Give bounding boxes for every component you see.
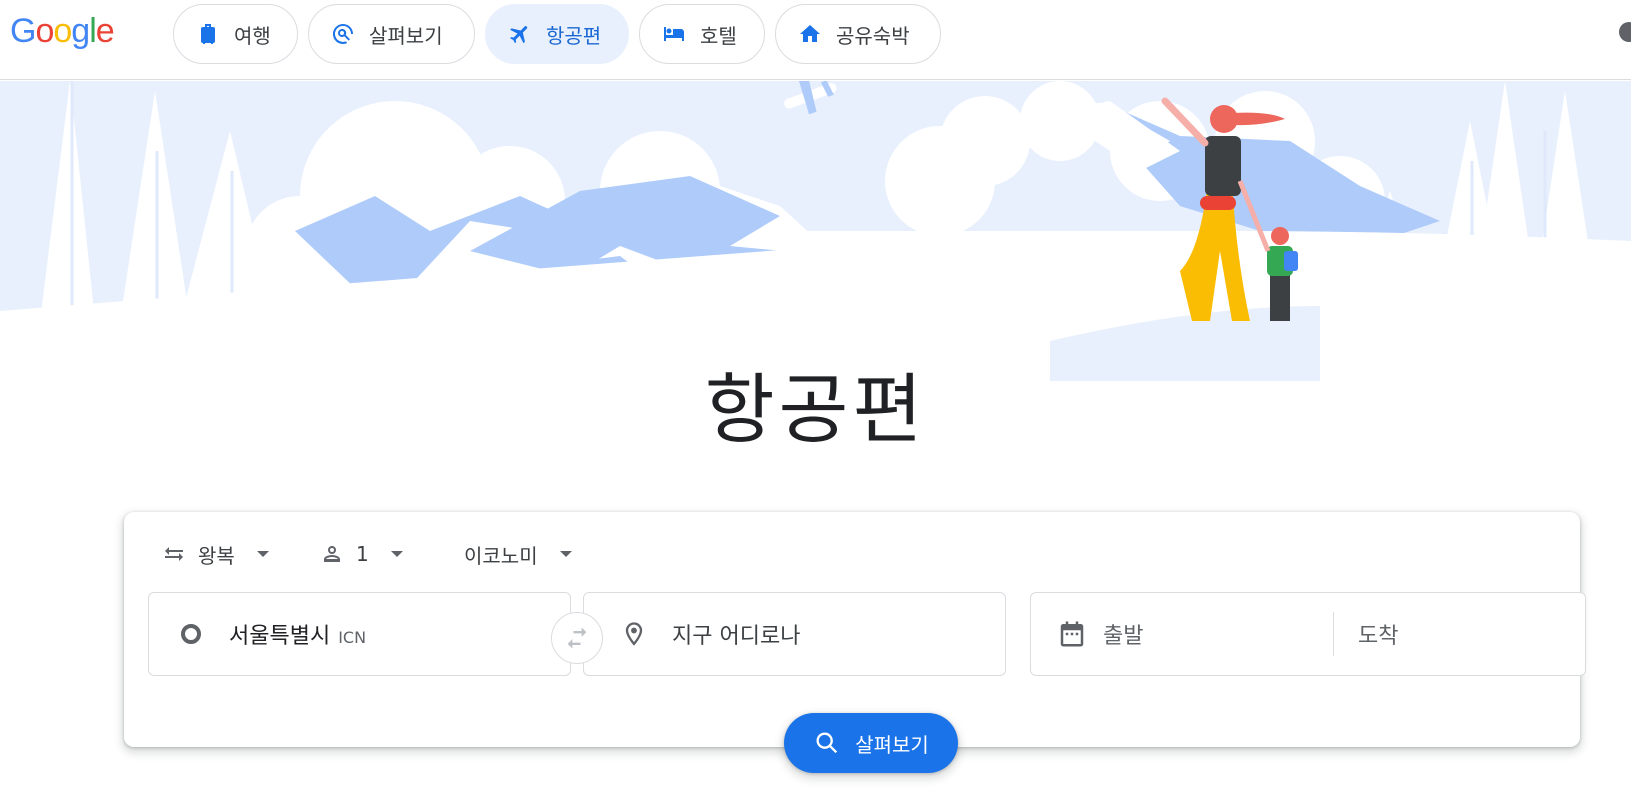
tab-label: 호텔 [700, 23, 737, 48]
tab-explore[interactable]: 살펴보기 [308, 4, 475, 64]
origin-circle-icon [181, 624, 201, 644]
return-date-placeholder[interactable]: 도착 [1358, 618, 1398, 650]
bed-icon [664, 27, 684, 41]
trip-type-select[interactable]: 왕복 [162, 540, 282, 569]
caret-down-icon [390, 551, 403, 557]
logo-letter: e [95, 12, 115, 50]
calendar-icon [1060, 621, 1084, 647]
tab-label: 여행 [234, 23, 271, 48]
tab-travel[interactable]: 여행 [173, 4, 298, 64]
logo-letter: o [53, 12, 72, 50]
logo-letter: o [35, 12, 54, 50]
passengers-select[interactable]: 1 [320, 542, 428, 566]
explore-search-button[interactable]: 살펴보기 [784, 713, 958, 773]
trip-type-value: 왕복 [198, 543, 235, 568]
origin-airport-code: ICN [338, 627, 367, 647]
destination-input[interactable]: 지구 어디로나 [583, 592, 1006, 676]
top-app-bar: Google 여행 살펴보기 항공편 호텔 공유숙박 [0, 0, 1631, 80]
cabin-class-select[interactable]: 이코노미 [464, 540, 572, 569]
google-logo[interactable]: Google [10, 12, 115, 51]
dates-input[interactable]: 출발 도착 [1030, 592, 1586, 676]
departure-date-placeholder[interactable]: 출발 [1103, 618, 1333, 650]
search-options-row: 왕복 1 이코노미 [162, 532, 572, 576]
cabin-class-value: 이코노미 [464, 543, 538, 568]
airplane-icon [510, 26, 528, 44]
account-avatar[interactable] [1619, 22, 1631, 42]
person-icon [324, 546, 340, 562]
caret-down-icon [559, 551, 572, 557]
passengers-value: 1 [356, 542, 369, 566]
tab-flights[interactable]: 항공편 [485, 4, 629, 64]
explore-icon [332, 23, 353, 44]
home-icon [800, 25, 820, 42]
page-title: 항공편 [704, 365, 927, 454]
flight-search-card: 왕복 1 이코노미 서울특별시 ICN 지구 어디로나 출발 도착 살펴보기 [124, 512, 1586, 773]
logo-letter: g [71, 12, 90, 50]
mountain-illustration [0, 81, 1631, 381]
destination-placeholder: 지구 어디로나 [672, 624, 801, 649]
hero-illustration [0, 81, 1631, 381]
origin-value: 서울특별시 [229, 624, 331, 649]
origin-input[interactable]: 서울특별시 ICN [148, 592, 571, 676]
product-tabs: 여행 살펴보기 항공편 호텔 공유숙박 [173, 4, 941, 64]
search-button-label: 살펴보기 [855, 732, 929, 757]
date-divider [1333, 612, 1334, 656]
location-pin-icon [625, 622, 643, 646]
tab-label: 공유숙박 [836, 23, 910, 48]
swap-origin-destination-button[interactable] [551, 612, 603, 664]
tab-hotels[interactable]: 호텔 [639, 4, 765, 64]
swap-arrows-icon [165, 547, 183, 561]
caret-down-icon [256, 551, 269, 557]
tab-label: 항공편 [546, 23, 602, 48]
swap-horizontal-icon [567, 627, 587, 649]
search-icon [816, 732, 838, 754]
logo-letter: G [10, 12, 36, 50]
tab-vacation-rentals[interactable]: 공유숙박 [775, 4, 941, 64]
tab-label: 살펴보기 [369, 23, 443, 48]
luggage-icon [201, 24, 215, 44]
